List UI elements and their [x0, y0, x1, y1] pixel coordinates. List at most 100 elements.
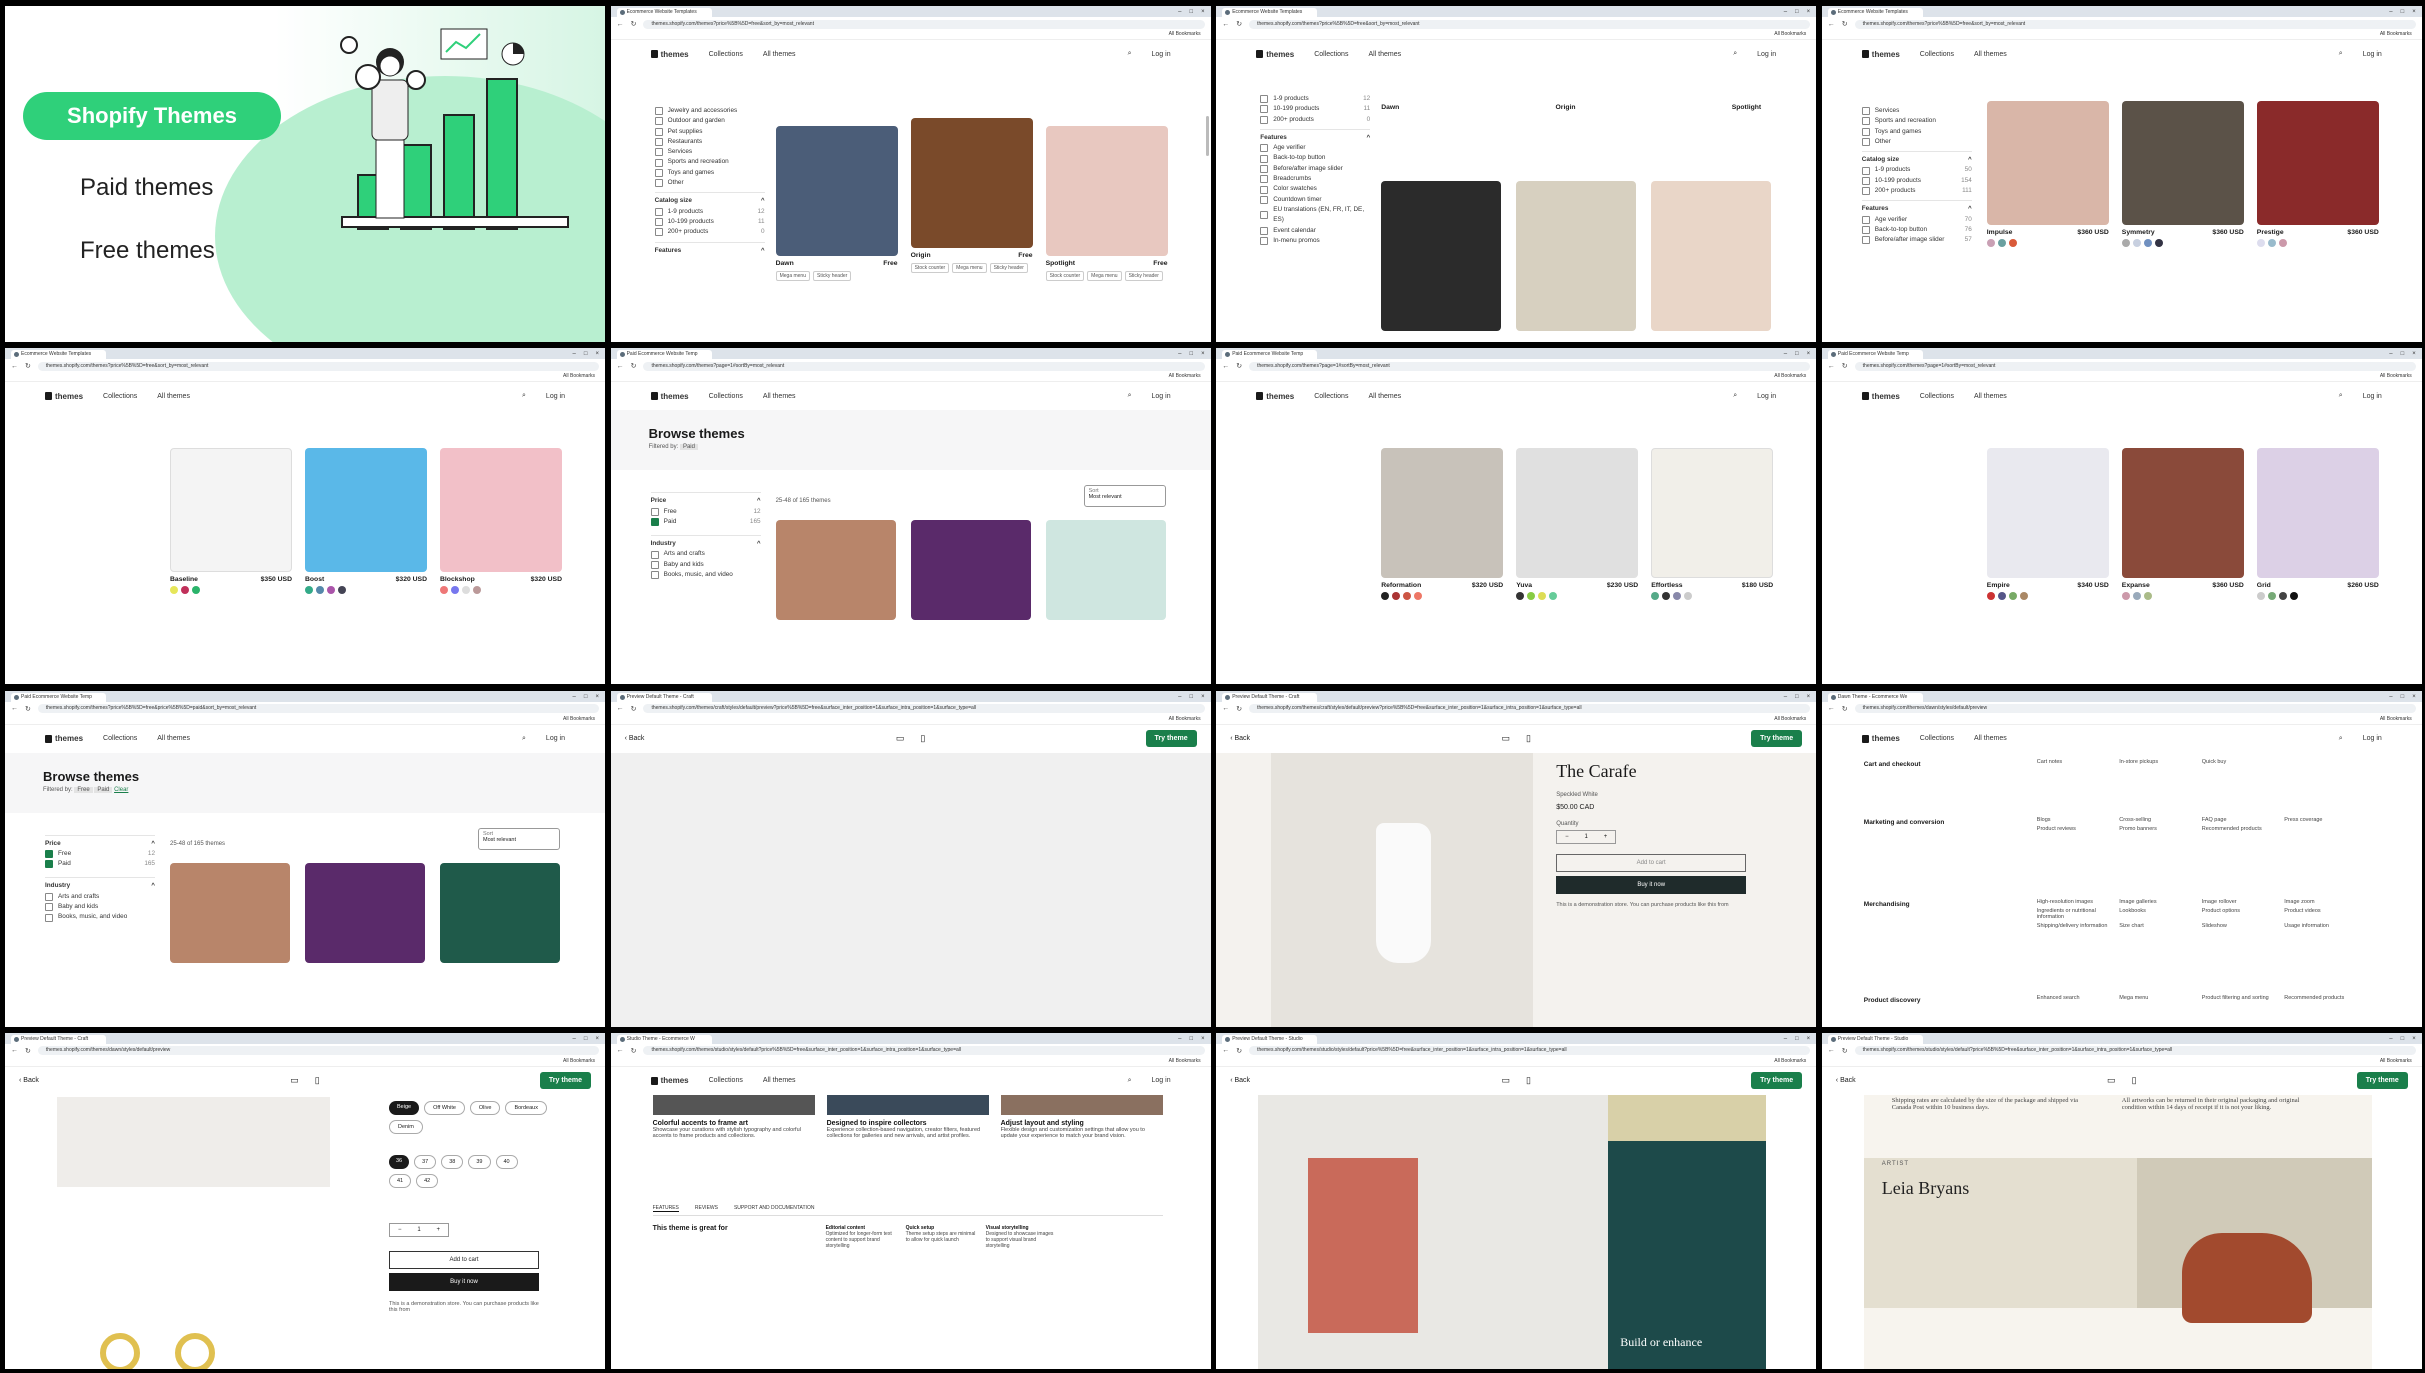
- theme-preview[interactable]: [1651, 181, 1772, 331]
- scrollbar[interactable]: [1205, 116, 1209, 156]
- tab-reviews[interactable]: REVIEWS: [695, 1205, 718, 1212]
- collections-menu[interactable]: Collections: [709, 51, 743, 58]
- filter-checkbox[interactable]: 200+ products 0: [655, 227, 765, 237]
- theme-card[interactable]: Blockshop $320 USD: [440, 448, 562, 595]
- close-icon[interactable]: ×: [1201, 8, 1205, 17]
- address-bar[interactable]: themes.shopify.com/themes?price%5B%5D=fr…: [37, 361, 599, 371]
- theme-preview[interactable]: [1516, 181, 1637, 331]
- shopify-themes-badge: Shopify Themes: [23, 92, 281, 140]
- filter-checkbox[interactable]: Jewelry and accessories: [655, 106, 765, 116]
- shopify-logo[interactable]: themes: [1256, 50, 1294, 59]
- filter-checkbox[interactable]: Sports and recreation: [655, 157, 765, 167]
- theme-thumbnail[interactable]: [910, 118, 1033, 248]
- try-theme-button[interactable]: Try theme: [1751, 730, 1803, 748]
- address-bar[interactable]: themes.shopify.com/themes/dawn/styles/de…: [1854, 704, 2416, 714]
- back-button[interactable]: ‹ Back: [625, 735, 645, 742]
- theme-card[interactable]: Reformation $320 USD: [1381, 448, 1504, 601]
- login-link[interactable]: Log in: [1757, 51, 1776, 58]
- bookmarks-bar: All Bookmarks: [1216, 31, 1817, 40]
- minimize-icon[interactable]: –: [1178, 8, 1181, 17]
- filter-checkbox[interactable]: Outdoor and garden: [655, 116, 765, 126]
- theme-card[interactable]: Empire $340 USD: [1986, 448, 2109, 601]
- buy-now-button[interactable]: Buy it now: [1556, 875, 1747, 894]
- theme-card[interactable]: Impulse $360 USD: [1986, 101, 2109, 247]
- maximize-icon[interactable]: □: [1189, 8, 1193, 17]
- screenshot-craft-preview: Preview Default Theme - Craft – □ × ← ↻ theme…: [1216, 690, 1817, 1027]
- address-bar[interactable]: themes.shopify.com/themes/craft/styles/d…: [643, 704, 1205, 714]
- address-bar[interactable]: themes.shopify.com/themes/studio/styles/…: [643, 1046, 1205, 1056]
- screenshot-studio-preview: Preview Default Theme - Studio – □ × ← ↻ them…: [1216, 1032, 1817, 1369]
- theme-card[interactable]: Baseline $350 USD: [170, 448, 292, 595]
- search-icon[interactable]: ⌕: [1733, 50, 1737, 58]
- mobile-icon[interactable]: ▯: [920, 733, 925, 744]
- screenshot-paid-themes-1: Ecommerce Website Templates – □ × ← ↻ themes.…: [1821, 6, 2422, 342]
- filter-checkbox[interactable]: Toys and games: [655, 168, 765, 178]
- theme-thumbnail[interactable]: [1045, 126, 1168, 256]
- login-link[interactable]: Log in: [1152, 51, 1171, 58]
- desktop-icon[interactable]: ▭: [896, 733, 905, 744]
- add-to-cart-button[interactable]: Add to cart: [389, 1250, 539, 1269]
- filter-checkbox[interactable]: Pet supplies: [655, 127, 765, 137]
- address-bar[interactable]: themes.shopify.com/themes?price%5B%5D=fr…: [643, 19, 1205, 29]
- theme-name: Origin: [910, 252, 931, 259]
- filter-checkbox[interactable]: 10-199 products 11: [655, 217, 765, 227]
- all-themes-link[interactable]: All themes: [763, 51, 796, 58]
- screenshot-free-themes: Ecommerce Website Templates – □ × ← ↻ themes.…: [610, 6, 1211, 342]
- filter-checkbox[interactable]: Other: [655, 178, 765, 188]
- filter-chip[interactable]: Paid: [679, 444, 698, 451]
- buy-now-button[interactable]: Buy it now: [389, 1272, 539, 1291]
- address-bar[interactable]: themes.shopify.com/themes?page=1#sortBy=…: [643, 361, 1205, 371]
- theme-card[interactable]: Prestige $360 USD: [2256, 101, 2379, 247]
- tab-support[interactable]: SUPPORT AND DOCUMENTATION: [734, 1205, 814, 1212]
- quantity-stepper[interactable]: −1 +: [1556, 829, 1617, 844]
- tab-features[interactable]: FEATURES: [652, 1205, 679, 1212]
- collections-menu[interactable]: Collections: [1314, 51, 1348, 58]
- theme-card[interactable]: Yuva $230 USD: [1516, 448, 1639, 601]
- color-option[interactable]: Off White: [424, 1100, 465, 1115]
- theme-card[interactable]: Origin Free Stock counter Mega menu Sticky h…: [910, 118, 1033, 273]
- theme-card[interactable]: Effortless $180 USD: [1651, 448, 1774, 601]
- filter-checkbox[interactable]: Restaurants: [655, 137, 765, 147]
- address-bar[interactable]: themes.shopify.com/themes?page=1#sortBy=…: [1854, 361, 2416, 371]
- browser-tab[interactable]: Ecommerce Website Templates: [616, 8, 712, 17]
- address-bar[interactable]: themes.shopify.com/themes?price%5B%5D=fr…: [1854, 19, 2416, 29]
- theme-preview[interactable]: [1381, 181, 1502, 331]
- address-bar[interactable]: themes.shopify.com/themes/studio/styles/…: [1249, 1046, 1811, 1056]
- color-option[interactable]: Beige: [389, 1100, 420, 1115]
- address-bar[interactable]: themes.shopify.com/themes/studio/styles/…: [1854, 1046, 2416, 1056]
- product-image: [1271, 752, 1534, 1027]
- theme-card[interactable]: Spotlight Free Stock counter Mega menu Stick…: [1045, 126, 1168, 281]
- color-option[interactable]: Bordeaux: [505, 1100, 547, 1115]
- sort-select[interactable]: Sort Most relevant: [1083, 485, 1166, 508]
- search-icon[interactable]: ⌕: [1128, 50, 1132, 58]
- all-themes-link[interactable]: All themes: [1368, 51, 1401, 58]
- address-bar[interactable]: themes.shopify.com/themes?page=1#sortBy=…: [1249, 361, 1811, 371]
- reload-icon[interactable]: ↻: [631, 20, 637, 28]
- filter-checkbox[interactable]: 1-9 products 12: [655, 207, 765, 217]
- theme-thumbnail[interactable]: [775, 126, 898, 256]
- theme-card[interactable]: Grid $260 USD: [2256, 448, 2379, 601]
- catalog-size-heading[interactable]: Catalog size ^: [654, 192, 765, 206]
- address-bar[interactable]: themes.shopify.com/themes?price%5B%5D=fr…: [37, 704, 599, 714]
- clear-filters-link[interactable]: Clear: [114, 787, 128, 793]
- theme-card[interactable]: Boost $320 USD: [305, 448, 427, 595]
- filter-checkbox[interactable]: Services: [655, 147, 765, 157]
- theme-card[interactable]: Symmetry $360 USD: [2121, 101, 2244, 247]
- address-bar[interactable]: themes.shopify.com/themes/craft/styles/d…: [1249, 704, 1811, 714]
- back-icon[interactable]: ←: [617, 21, 624, 28]
- shopify-logo[interactable]: themes: [651, 50, 689, 59]
- address-bar[interactable]: themes.shopify.com/themes/dawn/styles/de…: [37, 1046, 599, 1056]
- page-title: Browse themes: [648, 426, 745, 442]
- theme-card[interactable]: Expanse $360 USD: [2121, 448, 2244, 601]
- try-theme-button[interactable]: Try theme: [1145, 730, 1197, 748]
- screenshot-preview-loading: Preview Default Theme - Craft – □ × ← ↻ theme…: [610, 690, 1211, 1027]
- color-option[interactable]: Denim: [389, 1119, 423, 1134]
- theme-card[interactable]: Dawn Free Mega menu Sticky header: [775, 126, 898, 281]
- product-title: The Carafe: [1556, 760, 1637, 781]
- address-bar[interactable]: themes.shopify.com/themes?price%5B%5D=fr…: [1249, 19, 1811, 29]
- browser-tab[interactable]: Ecommerce Website Templates: [1222, 8, 1318, 17]
- features-heading[interactable]: Features ^: [654, 241, 765, 256]
- add-to-cart-button[interactable]: Add to cart: [1556, 853, 1747, 872]
- intro-frame: Shopify Themes Paid themes Free themes: [5, 6, 605, 342]
- color-option[interactable]: Olive: [469, 1100, 501, 1115]
